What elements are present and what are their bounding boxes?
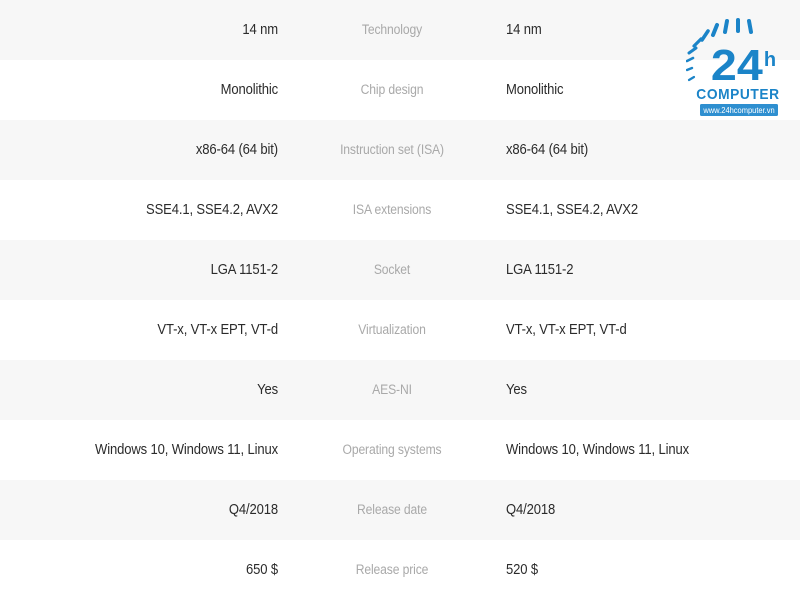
cpu-b-value-text: Q4/2018: [506, 501, 556, 518]
table-row: LGA 1151-2 Socket LGA 1151-2: [0, 240, 800, 300]
cpu-b-value: VT-x, VT-x EPT, VT-d: [506, 300, 800, 360]
spec-label: AES-NI: [278, 360, 506, 420]
cpu-b-value-text: Windows 10, Windows 11, Linux: [506, 441, 689, 458]
spec-comparison-table: 14 nm Technology 14 nm Monolithic Chip desig…: [0, 0, 800, 600]
table-row: Windows 10, Windows 11, Linux Operating s…: [0, 420, 800, 480]
table-row: VT-x, VT-x EPT, VT-d Virtualization VT-x, …: [0, 300, 800, 360]
cpu-a-value: VT-x, VT-x EPT, VT-d: [0, 300, 278, 360]
cpu-b-value-text: Monolithic: [506, 81, 564, 98]
cpu-b-value: Monolithic: [506, 60, 800, 120]
cpu-a-value: Windows 10, Windows 11, Linux: [0, 420, 278, 480]
cpu-a-value: Monolithic: [0, 60, 279, 120]
spec-label: Release price: [278, 540, 506, 600]
cpu-b-value: 14 nm: [506, 0, 800, 60]
spec-label: Technology: [278, 0, 506, 60]
cpu-b-value: 520 $: [506, 540, 800, 600]
spec-label-text: ISA extensions: [352, 201, 432, 217]
spec-label: Instruction set (ISA): [278, 120, 506, 180]
cpu-a-value-text: Windows 10, Windows 11, Linux: [95, 441, 278, 458]
cpu-a-value-text: Yes: [257, 381, 278, 398]
cpu-a-value: 650 $: [0, 540, 278, 600]
cpu-a-value: 14 nm: [0, 0, 278, 60]
cpu-b-value: Windows 10, Windows 11, Linux: [506, 420, 800, 480]
cpu-a-value: Q4/2018: [0, 480, 278, 540]
cpu-a-value-text: SSE4.1, SSE4.2, AVX2: [145, 201, 278, 218]
cpu-b-value: Yes: [506, 360, 800, 420]
spec-label-text: Socket: [373, 261, 411, 277]
spec-label-text: Operating systems: [342, 441, 442, 457]
cpu-a-value: SSE4.1, SSE4.2, AVX2: [0, 180, 278, 240]
cpu-a-value-text: Monolithic: [220, 81, 279, 98]
cpu-b-value-text: LGA 1151-2: [506, 261, 574, 278]
cpu-b-value-text: 520 $: [506, 561, 538, 578]
cpu-a-value: LGA 1151-2: [0, 240, 278, 300]
spec-label: ISA extensions: [278, 180, 506, 240]
spec-label: Virtualization: [278, 300, 506, 360]
spec-label-text: Instruction set (ISA): [340, 141, 444, 157]
spec-label-text: Virtualization: [358, 321, 426, 337]
spec-label-text: Release date: [356, 501, 427, 517]
table-row: x86-64 (64 bit) Instruction set (ISA) x86-…: [0, 120, 800, 180]
cpu-a-value: Yes: [0, 360, 278, 420]
cpu-b-value-text: VT-x, VT-x EPT, VT-d: [506, 321, 627, 338]
table-row: Q4/2018 Release date Q4/2018: [0, 480, 800, 540]
spec-label: Chip design: [278, 60, 506, 120]
cpu-a-value-text: LGA 1151-2: [210, 261, 278, 278]
table-row: 650 $ Release price 520 $: [0, 540, 800, 600]
spec-label: Operating systems: [278, 420, 506, 480]
spec-label-text: AES-NI: [372, 381, 412, 397]
spec-label: Socket: [278, 240, 506, 300]
spec-label: Release date: [278, 480, 506, 540]
cpu-a-value-text: x86-64 (64 bit): [195, 141, 278, 158]
spec-label-text: Release price: [355, 561, 429, 577]
spec-table-body: 14 nm Technology 14 nm Monolithic Chip desig…: [0, 0, 800, 600]
spec-label-text: Technology: [361, 21, 423, 37]
cpu-a-value-text: VT-x, VT-x EPT, VT-d: [157, 321, 278, 338]
cpu-a-value-text: 650 $: [246, 561, 278, 578]
table-row: 14 nm Technology 14 nm: [0, 0, 800, 60]
cpu-b-value-text: x86-64 (64 bit): [506, 141, 589, 158]
spec-label-text: Chip design: [360, 81, 424, 97]
cpu-b-value-text: 14 nm: [506, 21, 542, 38]
cpu-a-value-text: Q4/2018: [228, 501, 278, 518]
cpu-a-value: x86-64 (64 bit): [0, 120, 278, 180]
cpu-b-value-text: SSE4.1, SSE4.2, AVX2: [506, 201, 639, 218]
cpu-b-value: LGA 1151-2: [506, 240, 800, 300]
cpu-a-value-text: 14 nm: [242, 21, 278, 38]
cpu-b-value-text: Yes: [506, 381, 527, 398]
cpu-b-value: SSE4.1, SSE4.2, AVX2: [506, 180, 800, 240]
cpu-b-value: x86-64 (64 bit): [506, 120, 800, 180]
table-row: Monolithic Chip design Monolithic: [0, 60, 800, 120]
table-row: Yes AES-NI Yes: [0, 360, 800, 420]
table-row: SSE4.1, SSE4.2, AVX2 ISA extensions SSE4.1…: [0, 180, 800, 240]
cpu-b-value: Q4/2018: [506, 480, 800, 540]
